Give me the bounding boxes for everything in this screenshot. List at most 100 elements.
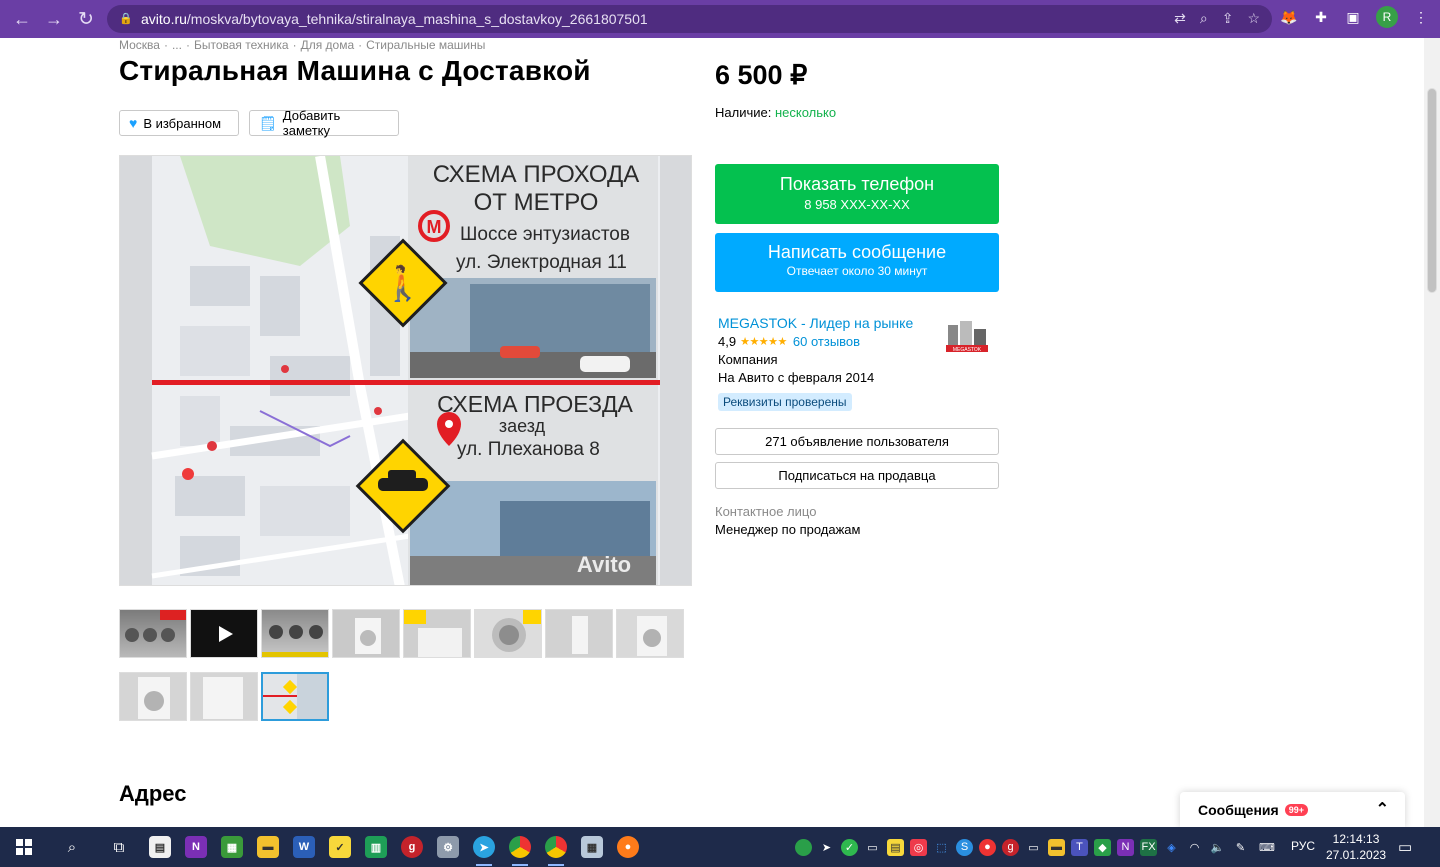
search-icon[interactable]: ⌕ <box>48 827 96 867</box>
green-tray-icon[interactable]: ◆ <box>1094 838 1111 856</box>
thumbnail[interactable] <box>119 672 187 721</box>
app-tray-icon[interactable]: g <box>1002 838 1019 856</box>
onenote-icon[interactable]: N <box>178 827 214 867</box>
chrome-icon[interactable] <box>502 827 538 867</box>
address-bar[interactable]: 🔒 avito.ru/moskva/bytovaya_tehnika/stira… <box>107 5 1272 33</box>
folder-tray-icon[interactable]: ▬ <box>1048 838 1065 856</box>
write-message-button[interactable]: Написать сообщение Отвечает около 30 мин… <box>715 233 999 292</box>
notes-tray-icon[interactable]: ▤ <box>887 838 904 856</box>
chart-app-icon[interactable]: ▦ <box>214 827 250 867</box>
dropbox-tray-icon[interactable]: ◈ <box>1163 839 1180 856</box>
profile-avatar[interactable]: R <box>1376 6 1398 28</box>
video-thumbnail[interactable] <box>190 609 258 658</box>
main-photo-entry: заезд <box>499 416 546 436</box>
messages-widget[interactable]: Сообщения 99+ ⌃ <box>1180 792 1405 827</box>
sheets-icon[interactable]: ▥ <box>358 827 394 867</box>
sticky-notes-icon[interactable]: ✓ <box>322 827 358 867</box>
extensions-icon[interactable]: ✚ <box>1312 8 1330 26</box>
onenote-tray-icon[interactable]: N <box>1117 838 1134 856</box>
forward-icon[interactable]: → <box>38 3 70 35</box>
breadcrumb-sep: · <box>185 38 190 52</box>
thumbnail[interactable] <box>190 672 258 721</box>
thumbnail[interactable] <box>474 609 542 658</box>
calculator-icon[interactable]: ▦ <box>574 827 610 867</box>
breadcrumb-appliances[interactable]: Бытовая техника <box>194 38 289 52</box>
shield-tray-icon[interactable]: ✓ <box>841 838 858 856</box>
zoom-icon[interactable]: ⌕ <box>1200 10 1208 27</box>
teams-tray-icon[interactable]: T <box>1071 838 1088 856</box>
subscribe-seller-button[interactable]: Подписаться на продавца <box>715 462 999 489</box>
thumbnail[interactable] <box>403 609 471 658</box>
record-tray-icon[interactable]: ● <box>979 838 996 856</box>
thumbnail[interactable] <box>545 609 613 658</box>
pen-tray-icon[interactable]: ✎ <box>1232 839 1249 856</box>
notifications-icon[interactable]: ▭ <box>1398 838 1412 856</box>
thumbnail[interactable] <box>119 609 187 658</box>
user-ads-button[interactable]: 271 объявление пользователя <box>715 428 999 455</box>
screenshot-tray-icon[interactable]: ⬚ <box>933 839 950 856</box>
language-indicator[interactable]: РУС <box>1291 839 1315 853</box>
wifi-icon[interactable]: ◠ <box>1186 839 1203 856</box>
translate-icon[interactable]: ⇄ <box>1174 10 1186 27</box>
reviews-link[interactable]: 60 отзывов <box>793 334 860 349</box>
reload-icon[interactable]: ↻ <box>70 3 102 35</box>
windows-start-icon[interactable] <box>0 827 48 867</box>
task-view-icon[interactable]: ⧉ <box>96 827 142 867</box>
sidepanel-icon[interactable]: ▣ <box>1344 8 1362 26</box>
bookmark-star-icon[interactable]: ☆ <box>1247 10 1260 27</box>
contact-person-label: Контактное лицо <box>715 504 817 519</box>
breadcrumb-ellipsis[interactable]: ... <box>172 38 182 52</box>
url-path: /moskva/bytovaya_tehnika/stiralnaya_mash… <box>186 11 648 27</box>
browser-toolbar: ← → ↻ 🔒 avito.ru/moskva/bytovaya_tehnika… <box>0 0 1440 38</box>
seller-logo[interactable]: MEGASTOK <box>944 319 990 353</box>
tool-app-icon[interactable]: ⚙ <box>430 827 466 867</box>
share-icon[interactable]: ⇪ <box>1222 10 1234 27</box>
battery-tray-icon[interactable]: ▭ <box>1025 839 1042 856</box>
clock-date: 27.01.2023 <box>1326 848 1387 862</box>
breadcrumb-moscow[interactable]: Москва <box>119 38 160 52</box>
main-photo-bottom-title: СХЕМА ПРОЕЗДА <box>437 391 633 417</box>
watermark: Avito <box>577 552 631 577</box>
contact-person: Менеджер по продажам <box>715 522 861 537</box>
telegram-icon[interactable]: ➤ <box>466 827 502 867</box>
send-tray-icon[interactable]: ➤ <box>818 839 835 856</box>
app-red-icon[interactable]: g <box>394 827 430 867</box>
show-phone-label: Показать телефон <box>779 174 935 194</box>
main-photo[interactable]: СХЕМА ПРОХОДА ОТ МЕТРО M Шоссе энтузиаст… <box>119 155 692 586</box>
verified-badge: Реквизиты проверены <box>718 393 852 411</box>
metamask-icon[interactable]: 🦊 <box>1280 8 1298 26</box>
breadcrumb-home[interactable]: Для дома <box>301 38 355 52</box>
seller-name-link[interactable]: MEGASTOK - Лидер на рынке <box>718 315 913 331</box>
page-scrollbar[interactable] <box>1424 38 1440 827</box>
printer-tray-icon[interactable]: ▭ <box>864 839 881 856</box>
breadcrumb-washers[interactable]: Стиральные машины <box>366 38 485 52</box>
keyboard-icon[interactable]: ⌨ <box>1255 839 1279 856</box>
chrome-profile-icon[interactable] <box>538 827 574 867</box>
pocket-tray-icon[interactable]: ◎ <box>910 838 927 856</box>
messages-label: Сообщения <box>1198 801 1279 818</box>
skype-tray-icon[interactable]: S <box>956 838 973 856</box>
thumbnail[interactable] <box>332 609 400 658</box>
system-tray: ➤ ✓ ▭ ▤ ◎ ⬚ S ● g ▭ ▬ T ◆ N FX ◈ ◠ 🔈 ✎ ⌨ <box>795 827 1279 867</box>
thumbnail-selected[interactable] <box>261 672 329 721</box>
add-note-button[interactable]: 🗒 Добавить заметку <box>249 108 399 138</box>
word-icon[interactable]: W <box>286 827 322 867</box>
chrome-tray-icon[interactable] <box>795 838 812 856</box>
menu-icon[interactable]: ⋮ <box>1412 8 1430 26</box>
chevron-up-icon[interactable]: ⌃ <box>1376 799 1389 819</box>
taskbar: ⌕ ⧉ ▤ N ▦ ▬ W ✓ ▥ g ⚙ ➤ ▦ ● ➤ ✓ ▭ ▤ ◎ ⬚ … <box>0 827 1440 867</box>
volume-icon[interactable]: 🔈 <box>1209 839 1226 856</box>
thumbnail[interactable] <box>261 609 329 658</box>
fx-tray-icon[interactable]: FX <box>1140 838 1157 856</box>
seller-rating: 4,9 ★★★★★ 60 отзывов <box>718 334 860 349</box>
favorite-button[interactable]: ♥ В избранном <box>119 110 239 136</box>
explorer-icon[interactable]: ▬ <box>250 827 286 867</box>
back-icon[interactable]: ← <box>6 3 38 35</box>
clock[interactable]: 12:14:13 27.01.2023 <box>1326 831 1386 863</box>
file-app-icon[interactable]: ▤ <box>142 827 178 867</box>
show-phone-button[interactable]: Показать телефон 8 958 XXX-XX-XX <box>715 164 999 224</box>
scrollbar-thumb[interactable] <box>1427 88 1437 293</box>
firefox-icon[interactable]: ● <box>610 827 646 867</box>
thumbnail[interactable] <box>616 609 684 658</box>
stock-label: Наличие: <box>715 105 772 120</box>
